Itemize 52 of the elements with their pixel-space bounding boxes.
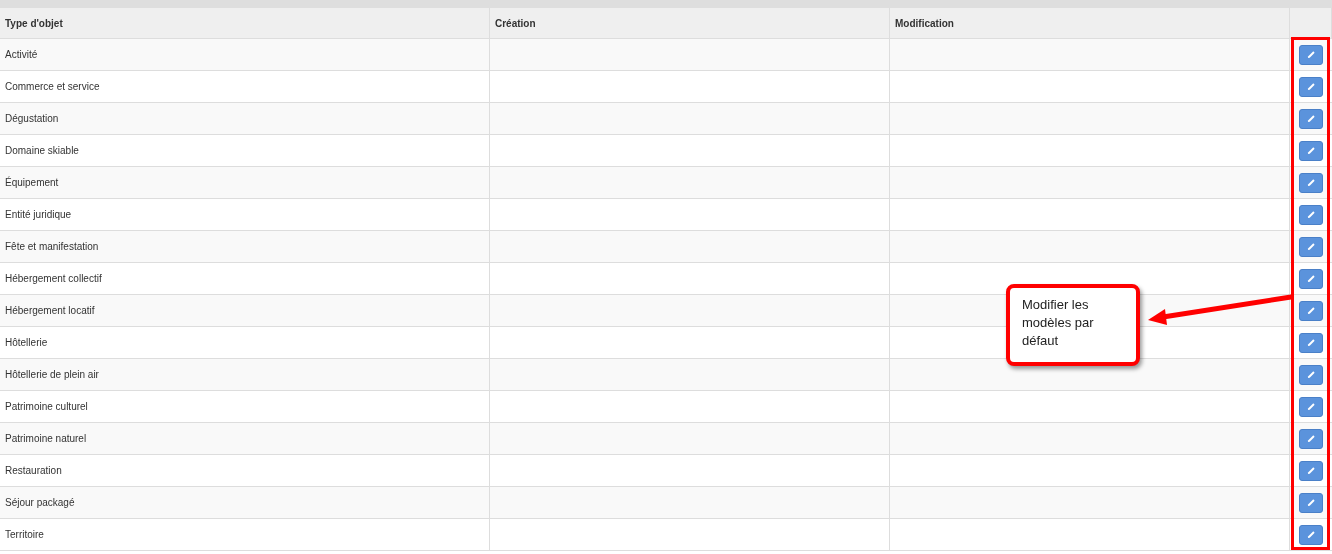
pencil-icon [1306,274,1316,283]
table-cell: Hôtellerie [5,337,48,348]
pencil-icon [1306,242,1316,251]
column-header: Modification [895,17,954,29]
pencil-icon [1306,114,1316,123]
edit-button[interactable] [1299,140,1323,161]
edit-button[interactable] [1299,396,1323,417]
table-cell: Activité [5,49,38,60]
table-cell: Fête et manifestation [5,241,99,252]
edit-button[interactable] [1299,364,1323,385]
table-cell: Séjour packagé [5,497,75,508]
edit-button[interactable] [1299,332,1323,353]
table-cell: Commerce et service [5,81,100,92]
pencil-icon [1306,338,1316,347]
edit-button[interactable] [1299,108,1323,129]
table-cell: Hébergement collectif [5,273,102,284]
pencil-icon [1306,466,1316,475]
table-cell: Patrimoine culturel [5,401,88,412]
pencil-icon [1306,530,1316,539]
table-cell: Domaine skiable [5,145,79,156]
table-cell: Hébergement locatif [5,305,95,316]
table-cell: Entité juridique [5,209,72,220]
edit-button[interactable] [1299,300,1323,321]
table-cell: Hôtellerie de plein air [5,369,99,380]
pencil-icon [1306,82,1316,91]
pencil-icon [1306,50,1316,59]
edit-button[interactable] [1299,236,1323,257]
edit-button[interactable] [1299,268,1323,289]
edit-button[interactable] [1299,44,1323,65]
column-header: Création [495,17,536,29]
pencil-icon [1306,210,1316,219]
table-cell: Patrimoine naturel [5,433,87,444]
table-cell: Équipement [5,177,59,188]
table-cell: Dégustation [5,113,59,124]
callout-text: Modifier les modèles par défaut [1006,284,1140,366]
pencil-icon [1306,370,1316,379]
column-header: Type d'objet [5,17,63,29]
edit-button[interactable] [1299,172,1323,193]
pencil-icon [1306,498,1316,507]
pencil-icon [1306,178,1316,187]
edit-button[interactable] [1299,76,1323,97]
pencil-icon [1306,146,1316,155]
pencil-icon [1306,434,1316,443]
edit-button[interactable] [1299,524,1323,545]
pencil-icon [1306,306,1316,315]
table-cell: Restauration [5,465,62,476]
edit-button[interactable] [1299,460,1323,481]
table-cell: Territoire [5,529,44,540]
edit-button[interactable] [1299,492,1323,513]
pencil-icon [1306,402,1316,411]
edit-button[interactable] [1299,204,1323,225]
edit-button[interactable] [1299,428,1323,449]
